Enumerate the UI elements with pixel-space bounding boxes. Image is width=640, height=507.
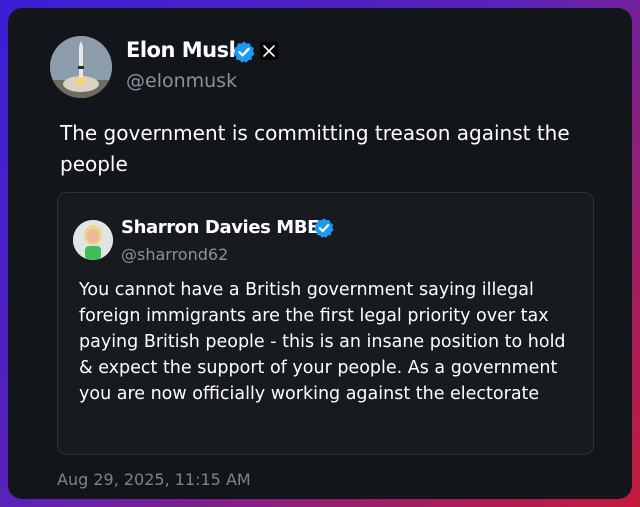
post-timestamp[interactable]: Aug 29, 2025, 11:15 AM xyxy=(57,470,251,489)
verified-badge-icon xyxy=(233,41,255,63)
author-avatar[interactable] xyxy=(50,36,112,98)
quoted-post-text: You cannot have a British government say… xyxy=(79,280,566,404)
verified-badge-icon xyxy=(314,218,334,238)
author-name[interactable]: Elon Musk xyxy=(126,38,243,62)
quoted-author-handle[interactable]: @sharrond62 xyxy=(121,245,228,264)
quoted-author-avatar[interactable] xyxy=(73,220,113,260)
quoted-post[interactable]: Sharron Davies MBE @sharrond62 You canno… xyxy=(57,192,594,455)
quoted-author-name[interactable]: Sharron Davies MBE xyxy=(121,217,319,238)
post-text: The government is committing treason aga… xyxy=(60,121,570,176)
person-photo-image xyxy=(73,220,113,260)
author-handle[interactable]: @elonmusk xyxy=(126,70,237,92)
post-card: Elon Musk @elonmusk The government is co… xyxy=(8,8,632,499)
rocket-launch-image xyxy=(50,36,112,98)
x-logo-icon xyxy=(260,42,278,60)
